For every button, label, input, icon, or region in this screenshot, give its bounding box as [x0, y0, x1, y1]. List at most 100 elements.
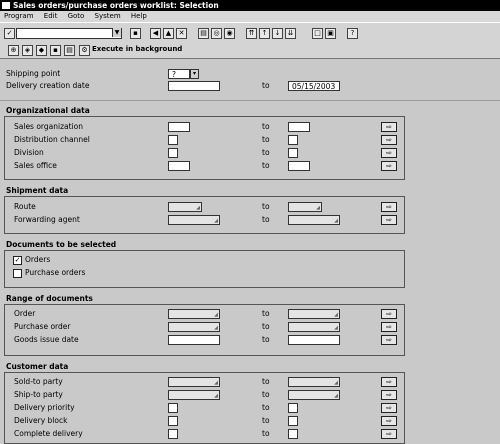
- selection-options-icon[interactable]: ▤: [64, 45, 75, 56]
- execute-background-icon[interactable]: ⚙: [79, 45, 90, 56]
- to-label: to: [262, 148, 270, 157]
- complete-delivery-multiple-selection-button[interactable]: ⇨: [381, 429, 397, 439]
- help-icon[interactable]: ?: [347, 28, 358, 39]
- purchase-orders-label: Purchase orders: [25, 268, 86, 277]
- previous-page-icon[interactable]: ↑: [259, 28, 270, 39]
- shipping-point-input[interactable]: ?: [168, 69, 190, 79]
- delivery-creation-date-label: Delivery creation date: [6, 81, 90, 90]
- first-page-icon[interactable]: ⇈: [246, 28, 257, 39]
- to-label: to: [262, 202, 270, 211]
- route-multiple-selection-button[interactable]: ⇨: [381, 202, 397, 212]
- save-icon[interactable]: ▪: [130, 28, 141, 39]
- save-variant-icon[interactable]: ▪: [50, 45, 61, 56]
- execute-icon[interactable]: ⊕: [8, 45, 19, 56]
- purchase-order-label: Purchase order: [14, 322, 71, 331]
- division-multiple-selection-button[interactable]: ⇨: [381, 148, 397, 158]
- sales-org-from-input[interactable]: [168, 122, 190, 132]
- distribution-channel-from-input[interactable]: [168, 135, 178, 145]
- enter-icon[interactable]: ✓: [4, 28, 15, 39]
- division-to-input[interactable]: [288, 148, 298, 158]
- back-icon[interactable]: ◀: [150, 28, 161, 39]
- sales-org-multiple-selection-button[interactable]: ⇨: [381, 122, 397, 132]
- goods-issue-date-from-input[interactable]: [168, 335, 220, 345]
- standard-toolbar: ✓ ▼ ▪ ◀ ▲ ✕ ▤ ◎ ◉ ⇈ ↑ ↓ ⇊ □ ▣ ?: [0, 22, 500, 43]
- get-variant-icon[interactable]: ◈: [22, 45, 33, 56]
- delivery-priority-to-input[interactable]: [288, 403, 298, 413]
- ship-to-party-from-input[interactable]: ◢: [168, 390, 220, 400]
- division-label: Division: [14, 148, 44, 157]
- range-section-title: Range of documents: [6, 294, 93, 303]
- complete-delivery-from-input[interactable]: [168, 429, 178, 439]
- execute-background-button[interactable]: Execute in background: [92, 45, 182, 53]
- ship-to-party-label: Ship-to party: [14, 390, 63, 399]
- delivery-date-to-input[interactable]: 05/15/2003: [288, 81, 340, 91]
- goods-issue-date-multiple-selection-button[interactable]: ⇨: [381, 335, 397, 345]
- delivery-priority-multiple-selection-button[interactable]: ⇨: [381, 403, 397, 413]
- menu-goto[interactable]: Goto: [68, 12, 85, 20]
- forwarding-agent-from-input[interactable]: ◢: [168, 215, 220, 225]
- command-dropdown-icon[interactable]: ▼: [112, 28, 121, 37]
- order-multiple-selection-button[interactable]: ⇨: [381, 309, 397, 319]
- complete-delivery-label: Complete delivery: [14, 429, 83, 438]
- menu-bar: Program Edit Goto System Help: [0, 11, 500, 22]
- sales-org-to-input[interactable]: [288, 122, 310, 132]
- delivery-priority-from-input[interactable]: [168, 403, 178, 413]
- orders-label: Orders: [25, 255, 51, 264]
- order-from-input[interactable]: ◢: [168, 309, 220, 319]
- forwarding-agent-multiple-selection-button[interactable]: ⇨: [381, 215, 397, 225]
- print-icon[interactable]: ▤: [198, 28, 209, 39]
- shortcut-icon[interactable]: ▣: [325, 28, 336, 39]
- distribution-channel-to-input[interactable]: [288, 135, 298, 145]
- sales-office-from-input[interactable]: [168, 161, 190, 171]
- to-label: to: [262, 335, 270, 344]
- sales-office-label: Sales office: [14, 161, 57, 170]
- delivery-date-from-input[interactable]: [168, 81, 220, 91]
- sold-to-party-from-input[interactable]: ◢: [168, 377, 220, 387]
- exit-icon[interactable]: ▲: [163, 28, 174, 39]
- division-from-input[interactable]: [168, 148, 178, 158]
- menu-help[interactable]: Help: [131, 12, 147, 20]
- forwarding-agent-to-input[interactable]: ◢: [288, 215, 340, 225]
- sold-to-party-to-input[interactable]: ◢: [288, 377, 340, 387]
- ship-to-party-multiple-selection-button[interactable]: ⇨: [381, 390, 397, 400]
- delivery-block-to-input[interactable]: [288, 416, 298, 426]
- route-from-input[interactable]: ◢: [168, 202, 202, 212]
- find-icon[interactable]: ◎: [211, 28, 222, 39]
- sales-office-multiple-selection-button[interactable]: ⇨: [381, 161, 397, 171]
- order-to-input[interactable]: ◢: [288, 309, 340, 319]
- distribution-channel-label: Distribution channel: [14, 135, 90, 144]
- distribution-channel-multiple-selection-button[interactable]: ⇨: [381, 135, 397, 145]
- sold-to-party-multiple-selection-button[interactable]: ⇨: [381, 377, 397, 387]
- orders-checkbox[interactable]: ✓: [13, 256, 22, 265]
- sales-org-label: Sales organization: [14, 122, 83, 131]
- purchase-order-multiple-selection-button[interactable]: ⇨: [381, 322, 397, 332]
- last-page-icon[interactable]: ⇊: [285, 28, 296, 39]
- delivery-block-multiple-selection-button[interactable]: ⇨: [381, 416, 397, 426]
- command-field[interactable]: [16, 28, 122, 39]
- purchase-order-from-input[interactable]: ◢: [168, 322, 220, 332]
- sold-to-party-label: Sold-to party: [14, 377, 63, 386]
- menu-system[interactable]: System: [95, 12, 121, 20]
- to-label: to: [262, 215, 270, 224]
- purchase-order-to-input[interactable]: ◢: [288, 322, 340, 332]
- menu-program[interactable]: Program: [4, 12, 34, 20]
- shipping-point-search-help-icon[interactable]: ▾: [190, 69, 199, 79]
- delivery-block-label: Delivery block: [14, 416, 68, 425]
- customer-section-title: Customer data: [6, 362, 69, 371]
- goods-issue-date-to-input[interactable]: [288, 335, 340, 345]
- menu-edit[interactable]: Edit: [44, 12, 58, 20]
- complete-delivery-to-input[interactable]: [288, 429, 298, 439]
- dynamic-selections-icon[interactable]: ◆: [36, 45, 47, 56]
- sales-office-to-input[interactable]: [288, 161, 310, 171]
- next-page-icon[interactable]: ↓: [272, 28, 283, 39]
- route-to-input[interactable]: ◢: [288, 202, 322, 212]
- find-next-icon[interactable]: ◉: [224, 28, 235, 39]
- system-menu-icon[interactable]: [2, 2, 10, 9]
- ship-to-party-to-input[interactable]: ◢: [288, 390, 340, 400]
- delivery-block-from-input[interactable]: [168, 416, 178, 426]
- delivery-priority-label: Delivery priority: [14, 403, 75, 412]
- purchase-orders-checkbox[interactable]: [13, 269, 22, 278]
- application-toolbar: ⊕ ◈ ◆ ▪ ▤ ⚙ Execute in background: [0, 42, 500, 59]
- create-session-icon[interactable]: □: [312, 28, 323, 39]
- cancel-icon[interactable]: ✕: [176, 28, 187, 39]
